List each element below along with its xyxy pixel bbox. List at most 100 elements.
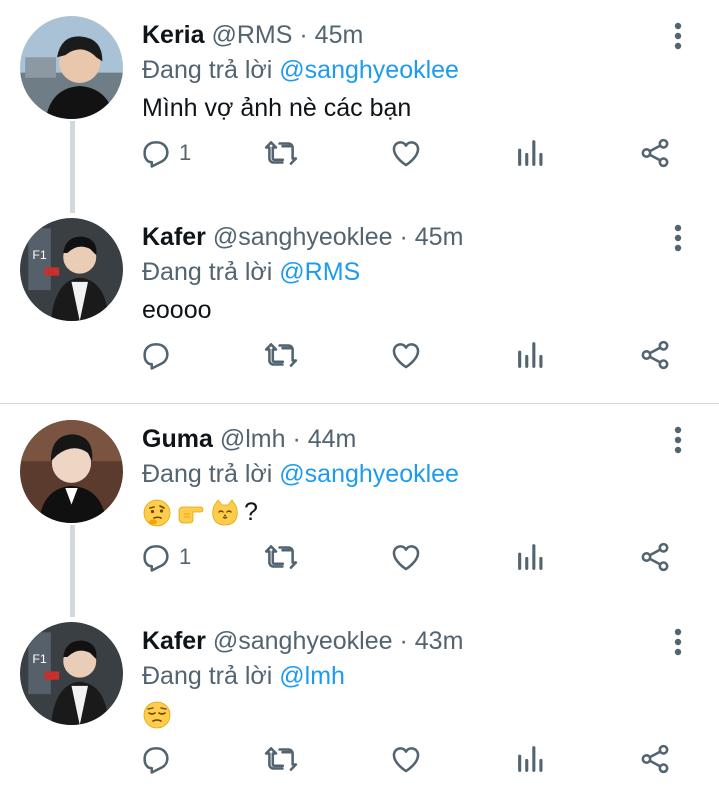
analytics-icon (518, 140, 543, 166)
heart-icon (392, 343, 420, 369)
svg-text:F1: F1 (32, 248, 47, 262)
retweet-button[interactable] (264, 133, 298, 173)
reply-context: Đang trả lời @RMS (142, 257, 360, 287)
tweet-header: Keria @RMS · 45m (142, 20, 363, 50)
share-icon (641, 744, 669, 774)
avatar[interactable] (20, 420, 123, 523)
reply-count: 1 (179, 140, 192, 165)
like-button[interactable] (389, 335, 423, 375)
tweet[interactable]: Keria @RMS · 45m Đang trả lời @sanghyeok… (0, 0, 719, 202)
reply-context: Đang trả lời @lmh (142, 661, 345, 691)
analytics-icon (518, 746, 543, 772)
user-handle[interactable]: @sanghyeoklee (213, 627, 393, 655)
share-icon (641, 340, 669, 370)
retweet-button[interactable] (264, 739, 298, 779)
thinking-face-emoji (143, 499, 171, 527)
tweet-text-suffix: ? (244, 498, 258, 526)
reply-icon (143, 141, 169, 168)
pensive-face-emoji (143, 701, 171, 729)
tweet[interactable]: F1 Kafer @sanghyeoklee · 43m Đang trả lờ… (0, 606, 719, 808)
analytics-button[interactable] (514, 335, 548, 375)
reply-icon (143, 343, 169, 370)
retweet-button[interactable] (264, 335, 298, 375)
display-name[interactable]: Guma (142, 425, 213, 453)
separator-dot: · (292, 425, 301, 453)
reply-icon (143, 747, 169, 774)
avatar[interactable]: F1 (20, 622, 123, 725)
more-options-icon[interactable] (664, 424, 692, 456)
display-name[interactable]: Keria (142, 21, 205, 49)
tweet-text: ? (142, 495, 258, 529)
reply-context: Đang trả lời @sanghyeoklee (142, 459, 459, 489)
separator-dot: · (299, 21, 308, 49)
tweet-actions: 1 (0, 537, 719, 577)
svg-text:F1: F1 (32, 652, 47, 666)
heart-icon (392, 141, 420, 167)
timestamp[interactable]: 45m (415, 223, 464, 251)
tweet-actions (0, 335, 719, 375)
reply-button[interactable]: 1 (139, 537, 191, 577)
retweet-button[interactable] (264, 537, 298, 577)
user-handle[interactable]: @RMS (212, 21, 293, 49)
tweet-header: Kafer @sanghyeoklee · 45m (142, 222, 463, 252)
reply-mention-link[interactable]: @sanghyeoklee (279, 56, 459, 84)
tweet[interactable]: Guma @lmh · 44m Đang trả lời @sanghyeokl… (0, 404, 719, 606)
separator-dot: · (399, 223, 408, 251)
analytics-button[interactable] (514, 133, 548, 173)
timestamp[interactable]: 45m (315, 21, 364, 49)
tweet-text: eoooo (142, 296, 212, 324)
reply-button[interactable] (139, 335, 179, 375)
like-button[interactable] (389, 133, 423, 173)
like-button[interactable] (389, 537, 423, 577)
reply-prefix: Đang trả lời (142, 460, 273, 488)
tweet-actions: 1 (0, 133, 719, 173)
more-options-icon[interactable] (664, 20, 692, 52)
reply-prefix: Đang trả lời (142, 56, 273, 84)
tweet-actions (0, 739, 719, 779)
analytics-button[interactable] (514, 739, 548, 779)
retweet-icon (264, 141, 298, 165)
share-icon (641, 542, 669, 572)
user-handle[interactable]: @lmh (220, 425, 286, 453)
analytics-icon (518, 342, 543, 368)
reply-button[interactable] (139, 739, 179, 779)
heart-icon (392, 545, 420, 571)
tweet[interactable]: F1 Kafer @sanghyeoklee · 45m Đang trả lờ… (0, 202, 719, 404)
share-button[interactable] (638, 133, 672, 173)
retweet-icon (264, 545, 298, 569)
reply-icon (143, 545, 169, 572)
pointing-right-emoji (178, 506, 204, 524)
display-name[interactable]: Kafer (142, 627, 206, 655)
share-button[interactable] (638, 739, 672, 779)
timestamp[interactable]: 43m (415, 627, 464, 655)
retweet-icon (264, 747, 298, 771)
tweet-text: Mình vợ ảnh nè các bạn (142, 94, 412, 122)
avatar[interactable]: F1 (20, 218, 123, 321)
separator-dot: · (399, 627, 408, 655)
avatar[interactable] (20, 16, 123, 119)
tweet-text (142, 697, 176, 731)
reply-mention-link[interactable]: @RMS (279, 258, 360, 286)
timestamp[interactable]: 44m (308, 425, 357, 453)
reply-prefix: Đang trả lời (142, 662, 273, 690)
reply-context: Đang trả lời @sanghyeoklee (142, 55, 459, 85)
reply-prefix: Đang trả lời (142, 258, 273, 286)
tweet-header: Guma @lmh · 44m (142, 424, 356, 454)
user-handle[interactable]: @sanghyeoklee (213, 223, 393, 251)
display-name[interactable]: Kafer (142, 223, 206, 251)
share-icon (641, 138, 669, 168)
reply-mention-link[interactable]: @sanghyeoklee (279, 460, 459, 488)
reply-mention-link[interactable]: @lmh (279, 662, 345, 690)
share-button[interactable] (638, 335, 672, 375)
share-button[interactable] (638, 537, 672, 577)
heart-icon (392, 747, 420, 773)
tweet-header: Kafer @sanghyeoklee · 43m (142, 626, 463, 656)
cat-face-emoji (212, 499, 238, 526)
more-options-icon[interactable] (664, 222, 692, 254)
reply-button[interactable]: 1 (139, 133, 191, 173)
like-button[interactable] (389, 739, 423, 779)
reply-count: 1 (179, 544, 192, 569)
more-options-icon[interactable] (664, 626, 692, 658)
analytics-icon (518, 544, 543, 570)
analytics-button[interactable] (514, 537, 548, 577)
